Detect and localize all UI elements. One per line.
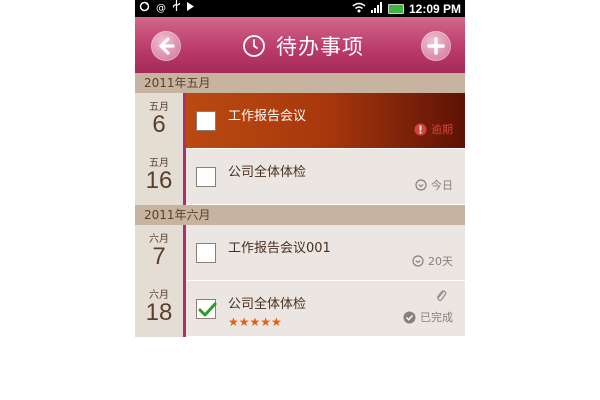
task-checkbox-checked[interactable] [196,299,217,319]
task-checkbox[interactable] [196,111,216,131]
time-icon [412,255,424,267]
clock-icon [243,35,265,57]
item-day: 18 [145,299,173,326]
signal-icon [370,1,383,16]
alert-icon [414,123,427,135]
section-header-june: 2011年六月 [135,205,465,225]
date-column: 六月 18 [135,281,183,337]
phone-screen: @ 12:09 PM 待办事项 2011年五月 五月 6 工作报告会议 逾期 五… [135,0,465,400]
item-status-label: 20天 [428,255,453,268]
star-icons: ★★★★★ [228,315,282,329]
list-item[interactable]: 五月 6 工作报告会议 逾期 [135,93,465,149]
title-bar: 待办事项 [135,17,465,73]
time-icon [415,179,427,191]
check-icon [198,302,217,317]
list-item[interactable]: 六月 18 公司全体体检 ★★★★★ 已完成 [135,281,465,337]
item-title: 公司全体体检 [228,297,307,312]
item-body[interactable]: 工作报告会议001 20天 [186,225,465,281]
play-icon [187,1,194,16]
list-item[interactable]: 六月 7 工作报告会议001 20天 [135,225,465,281]
item-day: 6 [152,111,166,138]
back-arrow-icon [159,37,175,55]
battery-icon [387,3,404,14]
section-header-may: 2011年五月 [135,73,465,93]
item-status: 20天 [412,253,453,269]
wifi-icon [352,2,366,16]
item-day: 7 [152,243,166,270]
add-button[interactable] [421,31,451,61]
paperclip-icon[interactable] [435,289,447,303]
sync-icon [139,1,150,17]
item-title: 工作报告会议 [228,109,307,124]
item-status-label: 今日 [431,179,453,192]
item-status-label: 逾期 [431,123,453,136]
item-title: 公司全体体检 [228,165,307,180]
item-body[interactable]: 工作报告会议 逾期 [186,93,465,149]
done-icon [403,311,416,323]
date-column: 五月 16 [135,149,183,205]
list-item[interactable]: 五月 16 公司全体体检 今日 [135,149,465,205]
item-title: 工作报告会议001 [228,241,331,256]
date-column: 六月 7 [135,225,183,281]
usb-icon [172,0,181,17]
date-column: 五月 6 [135,93,183,149]
plus-icon [427,37,445,55]
page-title: 待办事项 [276,35,364,59]
star-rating: ★★★★★ [228,316,282,328]
at-icon: @ [156,3,166,14]
item-day: 16 [145,167,173,194]
item-status: 今日 [415,177,453,193]
item-status: 逾期 [414,121,453,137]
item-status-label: 已完成 [420,311,453,324]
back-button[interactable] [151,31,181,61]
status-bar: @ 12:09 PM [135,0,465,17]
item-body[interactable]: 公司全体体检 今日 [186,149,465,205]
task-checkbox[interactable] [196,167,216,187]
status-clock: 12:09 PM [408,1,461,16]
task-checkbox[interactable] [196,243,216,263]
empty-area [135,338,465,400]
item-status: 已完成 [403,309,453,325]
item-body[interactable]: 公司全体体检 ★★★★★ 已完成 [186,281,465,337]
